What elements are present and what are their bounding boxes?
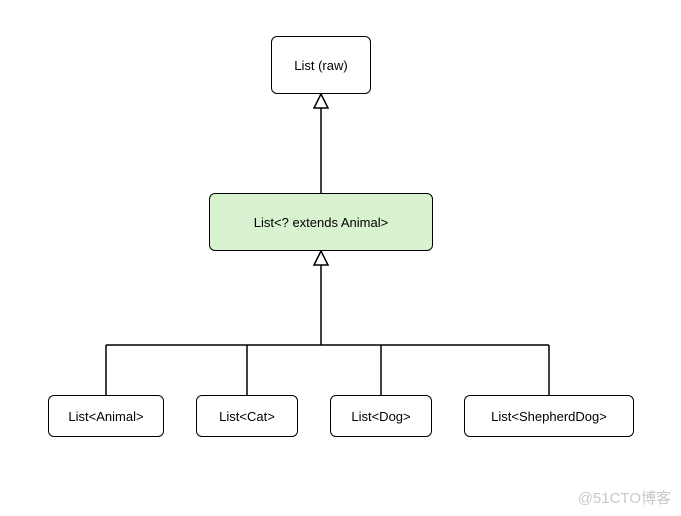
watermark: @51CTO博客 xyxy=(578,487,671,508)
node-list-shepherddog: List<ShepherdDog> xyxy=(464,395,634,437)
watermark-text: @51CTO博客 xyxy=(578,490,671,507)
node-list-animal: List<Animal> xyxy=(48,395,164,437)
node-label: List<Dog> xyxy=(351,409,410,424)
node-label: List<? extends Animal> xyxy=(254,215,388,230)
node-list-cat: List<Cat> xyxy=(196,395,298,437)
node-list-raw: List (raw) xyxy=(271,36,371,94)
node-label: List (raw) xyxy=(294,58,347,73)
node-wildcard-extends-animal: List<? extends Animal> xyxy=(209,193,433,251)
node-list-dog: List<Dog> xyxy=(330,395,432,437)
node-label: List<Animal> xyxy=(68,409,143,424)
node-label: List<ShepherdDog> xyxy=(491,409,607,424)
node-label: List<Cat> xyxy=(219,409,275,424)
